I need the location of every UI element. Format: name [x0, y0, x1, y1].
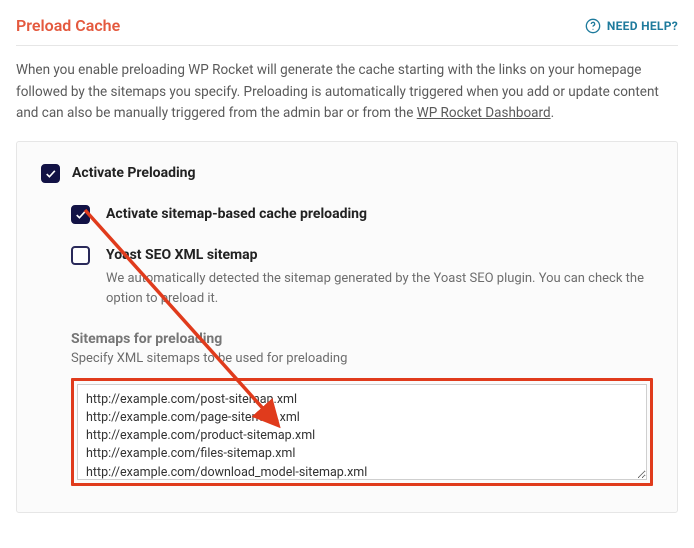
activate-preloading-checkbox[interactable]	[41, 164, 60, 183]
page-title: Preload Cache	[16, 16, 120, 35]
sitemaps-section-desc: Specify XML sitemaps to be used for prel…	[71, 351, 653, 366]
need-help-link[interactable]: NEED HELP?	[585, 18, 678, 34]
preload-panel: Activate Preloading Activate sitemap-bas…	[16, 141, 678, 513]
activate-preloading-label: Activate Preloading	[72, 164, 196, 181]
intro-text-part1: When you enable preloading WP Rocket wil…	[16, 62, 659, 121]
yoast-sitemap-desc: We automatically detected the sitemap ge…	[106, 269, 653, 309]
yoast-sitemap-label: Yoast SEO XML sitemap	[106, 246, 653, 263]
intro-text: When you enable preloading WP Rocket wil…	[16, 60, 678, 125]
dashboard-link[interactable]: WP Rocket Dashboard	[417, 105, 551, 121]
sitemaps-section-title: Sitemaps for preloading	[71, 331, 653, 347]
sitemaps-textarea-highlight	[71, 378, 653, 486]
intro-text-part2: .	[551, 105, 555, 121]
need-help-label: NEED HELP?	[607, 19, 678, 33]
sitemaps-textarea[interactable]	[77, 384, 647, 480]
activate-sitemap-label: Activate sitemap-based cache preloading	[106, 205, 367, 222]
yoast-sitemap-checkbox[interactable]	[71, 246, 90, 265]
activate-sitemap-checkbox[interactable]	[71, 205, 90, 224]
help-icon	[585, 18, 601, 34]
